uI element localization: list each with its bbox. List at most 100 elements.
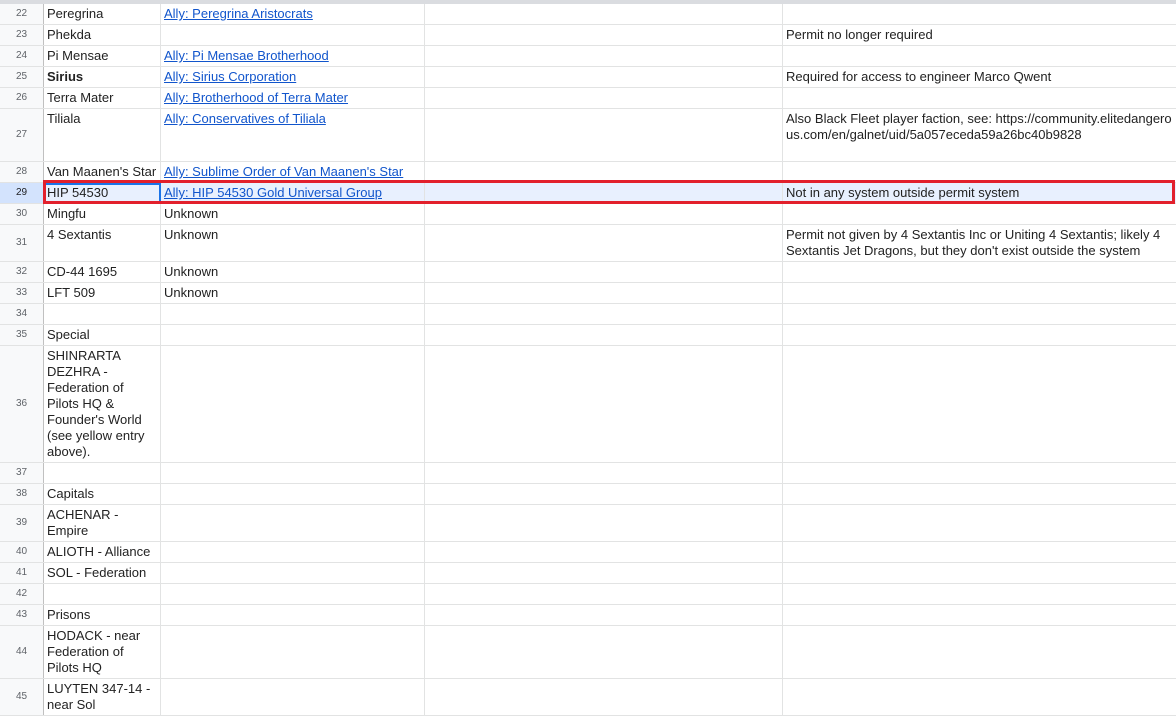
cell-notes[interactable] xyxy=(783,626,1176,678)
row-number[interactable]: 35 xyxy=(0,325,44,345)
cell-system[interactable]: Sirius xyxy=(44,67,161,87)
cell-faction[interactable] xyxy=(161,584,425,604)
table-row[interactable]: 26 Terra Mater Ally: Brotherhood of Terr… xyxy=(0,88,1176,109)
row-number[interactable]: 37 xyxy=(0,463,44,483)
cell-notes[interactable] xyxy=(783,505,1176,541)
cell-notes[interactable] xyxy=(783,463,1176,483)
cell-system[interactable]: Peregrina xyxy=(44,4,161,24)
cell-notes[interactable] xyxy=(783,584,1176,604)
row-number[interactable]: 25 xyxy=(0,67,44,87)
table-row[interactable]: 37 xyxy=(0,463,1176,484)
cell-notes[interactable]: Not in any system outside permit system xyxy=(783,183,1176,203)
cell-notes[interactable] xyxy=(783,679,1176,715)
faction-link[interactable]: Ally: HIP 54530 Gold Universal Group xyxy=(164,185,382,200)
cell-system[interactable]: SOL - Federation xyxy=(44,563,161,583)
cell-faction[interactable]: Unknown xyxy=(161,283,425,303)
cell-system[interactable]: LFT 509 xyxy=(44,283,161,303)
faction-link[interactable]: Ally: Brotherhood of Terra Mater xyxy=(164,90,348,105)
cell-system[interactable]: Prisons xyxy=(44,605,161,625)
cell-notes[interactable] xyxy=(783,346,1176,462)
row-number[interactable]: 27 xyxy=(0,109,44,161)
row-number[interactable]: 44 xyxy=(0,626,44,678)
cell-empty[interactable] xyxy=(425,605,783,625)
cell-empty[interactable] xyxy=(425,46,783,66)
cell-empty[interactable] xyxy=(425,346,783,462)
cell-notes[interactable] xyxy=(783,88,1176,108)
cell-system[interactable]: Terra Mater xyxy=(44,88,161,108)
cell-notes[interactable] xyxy=(783,605,1176,625)
cell-notes[interactable] xyxy=(783,563,1176,583)
cell-system[interactable]: ACHENAR - Empire xyxy=(44,505,161,541)
cell-faction[interactable] xyxy=(161,304,425,324)
cell-notes[interactable] xyxy=(783,262,1176,282)
cell-system[interactable]: ALIOTH - Alliance xyxy=(44,542,161,562)
cell-system[interactable]: SHINRARTA DEZHRA - Federation of Pilots … xyxy=(44,346,161,462)
table-row[interactable]: 27 Tiliala Ally: Conservatives of Tilial… xyxy=(0,109,1176,162)
cell-faction[interactable] xyxy=(161,505,425,541)
cell-faction[interactable]: Ally: Sublime Order of Van Maanen's Star xyxy=(161,162,425,182)
cell-system[interactable] xyxy=(44,584,161,604)
row-number[interactable]: 26 xyxy=(0,88,44,108)
cell-notes[interactable]: Permit not given by 4 Sextantis Inc or U… xyxy=(783,225,1176,261)
cell-faction[interactable] xyxy=(161,605,425,625)
cell-empty[interactable] xyxy=(425,679,783,715)
table-row-selected[interactable]: 29 HIP 54530 Ally: HIP 54530 Gold Univer… xyxy=(0,183,1176,204)
cell-empty[interactable] xyxy=(425,542,783,562)
cell-empty[interactable] xyxy=(425,463,783,483)
cell-notes[interactable] xyxy=(783,325,1176,345)
row-number[interactable]: 24 xyxy=(0,46,44,66)
cell-system[interactable]: Phekda xyxy=(44,25,161,45)
cell-empty[interactable] xyxy=(425,4,783,24)
cell-notes[interactable] xyxy=(783,204,1176,224)
table-row[interactable]: 40 ALIOTH - Alliance xyxy=(0,542,1176,563)
table-row[interactable]: 36 SHINRARTA DEZHRA - Federation of Pilo… xyxy=(0,346,1176,463)
faction-link[interactable]: Ally: Conservatives of Tiliala xyxy=(164,111,326,126)
table-row[interactable]: 22 Peregrina Ally: Peregrina Aristocrats xyxy=(0,4,1176,25)
cell-empty[interactable] xyxy=(425,262,783,282)
row-number[interactable]: 28 xyxy=(0,162,44,182)
row-number[interactable]: 41 xyxy=(0,563,44,583)
cell-faction[interactable] xyxy=(161,325,425,345)
row-number[interactable]: 39 xyxy=(0,505,44,541)
row-number[interactable]: 22 xyxy=(0,4,44,24)
row-number[interactable]: 43 xyxy=(0,605,44,625)
faction-link[interactable]: Ally: Sublime Order of Van Maanen's Star xyxy=(164,164,403,179)
row-number[interactable]: 42 xyxy=(0,584,44,604)
table-row[interactable]: 25 Sirius Ally: Sirius Corporation Requi… xyxy=(0,67,1176,88)
table-row[interactable]: 24 Pi Mensae Ally: Pi Mensae Brotherhood xyxy=(0,46,1176,67)
cell-faction[interactable]: Ally: Peregrina Aristocrats xyxy=(161,4,425,24)
cell-empty[interactable] xyxy=(425,183,783,203)
cell-faction[interactable]: Ally: Sirius Corporation xyxy=(161,67,425,87)
row-number[interactable]: 45 xyxy=(0,679,44,715)
cell-faction[interactable] xyxy=(161,626,425,678)
faction-link[interactable]: Ally: Sirius Corporation xyxy=(164,69,296,84)
table-row[interactable]: 34 xyxy=(0,304,1176,325)
row-number[interactable]: 23 xyxy=(0,25,44,45)
cell-faction[interactable]: Unknown xyxy=(161,225,425,261)
cell-empty[interactable] xyxy=(425,283,783,303)
cell-empty[interactable] xyxy=(425,325,783,345)
cell-system[interactable]: Capitals xyxy=(44,484,161,504)
cell-system[interactable] xyxy=(44,463,161,483)
cell-empty[interactable] xyxy=(425,204,783,224)
table-row[interactable]: 30 Mingfu Unknown xyxy=(0,204,1176,225)
cell-empty[interactable] xyxy=(425,584,783,604)
table-row[interactable]: 32 CD-44 1695 Unknown xyxy=(0,262,1176,283)
row-number[interactable]: 31 xyxy=(0,225,44,261)
cell-notes[interactable] xyxy=(783,304,1176,324)
cell-faction[interactable] xyxy=(161,463,425,483)
cell-system[interactable]: Van Maanen's Star xyxy=(44,162,161,182)
table-row[interactable]: 43 Prisons xyxy=(0,605,1176,626)
cell-system[interactable]: 4 Sextantis xyxy=(44,225,161,261)
table-row[interactable]: 35 Special xyxy=(0,325,1176,346)
cell-system[interactable]: LUYTEN 347-14 - near Sol xyxy=(44,679,161,715)
cell-system[interactable]: HODACK - near Federation of Pilots HQ xyxy=(44,626,161,678)
cell-notes[interactable]: Permit no longer required xyxy=(783,25,1176,45)
cell-empty[interactable] xyxy=(425,304,783,324)
cell-notes[interactable] xyxy=(783,4,1176,24)
cell-faction[interactable]: Ally: Pi Mensae Brotherhood xyxy=(161,46,425,66)
row-number[interactable]: 40 xyxy=(0,542,44,562)
cell-empty[interactable] xyxy=(425,505,783,541)
cell-faction[interactable] xyxy=(161,563,425,583)
table-row[interactable]: 23 Phekda Permit no longer required xyxy=(0,25,1176,46)
